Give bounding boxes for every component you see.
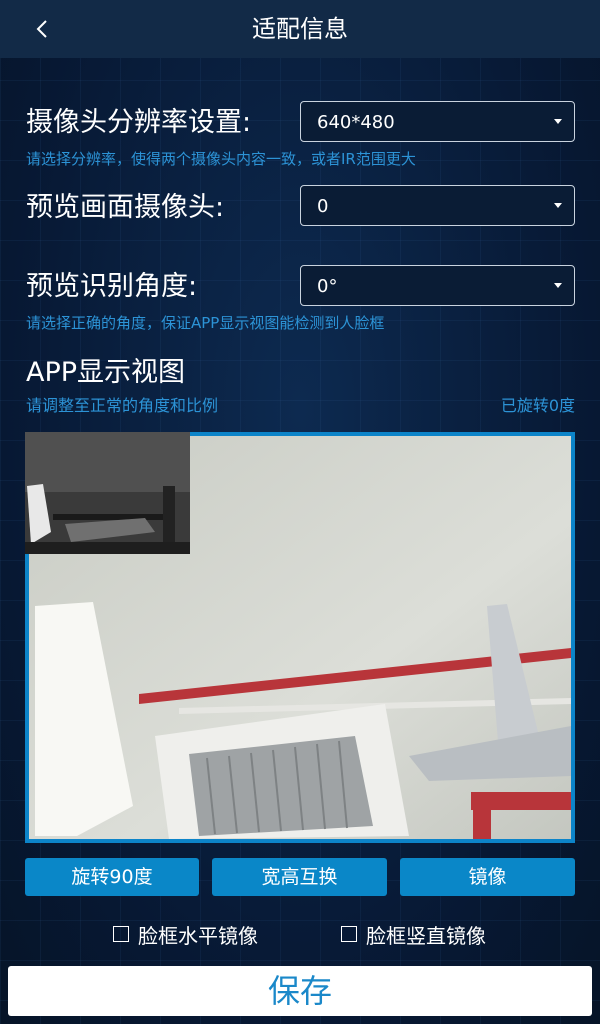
horizontal-mirror-label: 脸框水平镜像	[138, 923, 258, 948]
resolution-hint: 请选择分辨率，使得两个摄像头内容一致，或者IR范围更大	[26, 150, 416, 168]
preview-angle-value: 0°	[317, 276, 338, 297]
face-box-horizontal-mirror-checkbox[interactable]: 脸框水平镜像	[113, 920, 258, 948]
ir-camera-preview	[25, 432, 190, 554]
chevron-left-icon	[36, 20, 47, 38]
app-header: 适配信息	[0, 0, 600, 58]
dropdown-caret-icon	[554, 283, 562, 288]
rotation-status: 已旋转0度	[500, 396, 575, 415]
checkbox-icon	[341, 926, 357, 942]
rotate-90-button[interactable]: 旋转90度	[25, 858, 199, 896]
dropdown-caret-icon	[554, 203, 562, 208]
dropdown-caret-icon	[554, 119, 562, 124]
ir-scene	[25, 432, 190, 554]
resolution-value: 640*480	[317, 112, 395, 133]
checkbox-icon	[113, 926, 129, 942]
preview-angle-hint: 请选择正确的角度，保证APP显示视图能检测到人脸框	[26, 314, 385, 332]
preview-camera-label: 预览画面摄像头:	[26, 192, 225, 223]
page-title: 适配信息	[252, 15, 348, 43]
preview-angle-select[interactable]: 0°	[300, 265, 575, 306]
app-view-title: APP显示视图	[26, 357, 186, 388]
preview-angle-label: 预览识别角度:	[26, 271, 198, 302]
resolution-label: 摄像头分辨率设置:	[26, 107, 252, 138]
preview-camera-value: 0	[317, 196, 329, 217]
app-view-hint: 请调整至正常的角度和比例	[26, 396, 219, 415]
mirror-button[interactable]: 镜像	[400, 858, 575, 896]
save-button[interactable]: 保存	[8, 966, 592, 1016]
preview-camera-select[interactable]: 0	[300, 185, 575, 226]
vertical-mirror-label: 脸框竖直镜像	[366, 923, 486, 948]
back-button[interactable]	[22, 10, 62, 48]
face-box-vertical-mirror-checkbox[interactable]: 脸框竖直镜像	[341, 920, 486, 948]
resolution-select[interactable]: 640*480	[300, 101, 575, 142]
swap-width-height-button[interactable]: 宽高互换	[212, 858, 387, 896]
